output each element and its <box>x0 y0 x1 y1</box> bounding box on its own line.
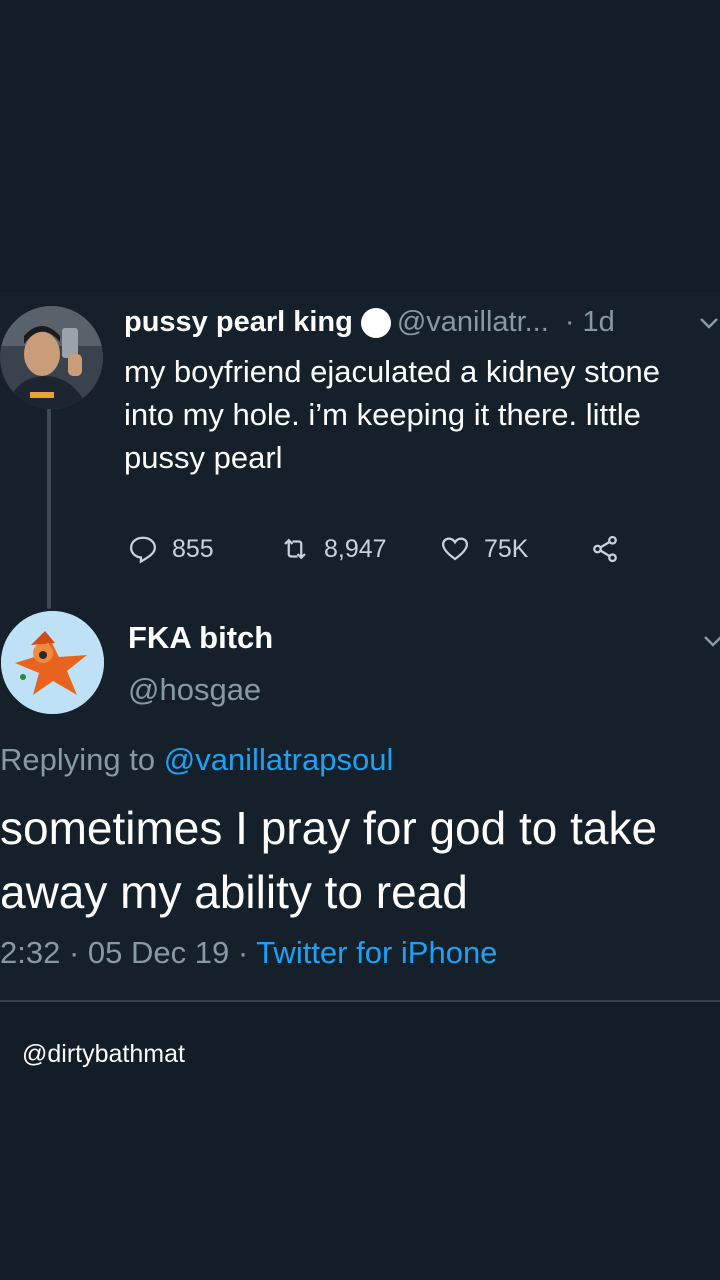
user-handle[interactable]: @vanillatr... <box>397 306 549 338</box>
like-button[interactable]: 75K <box>440 528 528 570</box>
replying-prefix: Replying to <box>0 742 164 777</box>
display-name[interactable]: pussy pearl king <box>124 306 353 338</box>
reply-count: 855 <box>172 534 214 563</box>
retweet-button[interactable]: 8,947 <box>280 528 387 570</box>
share-button[interactable] <box>590 528 620 570</box>
tweet-actions: 855 8,947 75K <box>128 528 688 570</box>
tweet-time[interactable]: · 1d <box>565 306 615 338</box>
thread-connector-line <box>47 404 51 609</box>
badge-icon <box>360 307 391 338</box>
display-name[interactable]: FKA bitch <box>128 620 273 656</box>
user-handle[interactable]: @hosgae <box>128 672 261 708</box>
retweet-count: 8,947 <box>324 534 387 563</box>
divider <box>0 1000 720 1002</box>
like-icon <box>441 537 469 561</box>
tweet-timestamp[interactable]: 2:32 · 05 Dec 19 · <box>0 935 256 970</box>
replying-to: Replying to @vanillatrapsoul <box>0 742 393 778</box>
reply-icon <box>129 536 157 564</box>
tweet-source-link[interactable]: Twitter for iPhone <box>256 935 497 970</box>
tweet-header: pussy pearl king @vanillatr... · 1d <box>124 306 720 350</box>
reply-text: sometimes I pray for god to take away my… <box>0 802 658 918</box>
replying-to-link[interactable]: @vanillatrapsoul <box>164 742 394 777</box>
like-count: 75K <box>484 534 529 563</box>
avatar[interactable] <box>1 611 104 714</box>
chevron-down-icon[interactable] <box>702 630 720 659</box>
retweet-icon <box>284 538 306 560</box>
avatar[interactable] <box>0 306 103 409</box>
watermark: @dirtybathmat <box>22 1040 185 1068</box>
chevron-down-icon[interactable] <box>698 312 720 341</box>
tweet-text: my boyfriend ejaculated a kidney stone i… <box>124 354 660 475</box>
reply-button[interactable]: 855 <box>128 528 214 570</box>
share-icon <box>593 535 617 563</box>
tweet-meta: 2:32 · 05 Dec 19 · Twitter for iPhone <box>0 935 497 971</box>
